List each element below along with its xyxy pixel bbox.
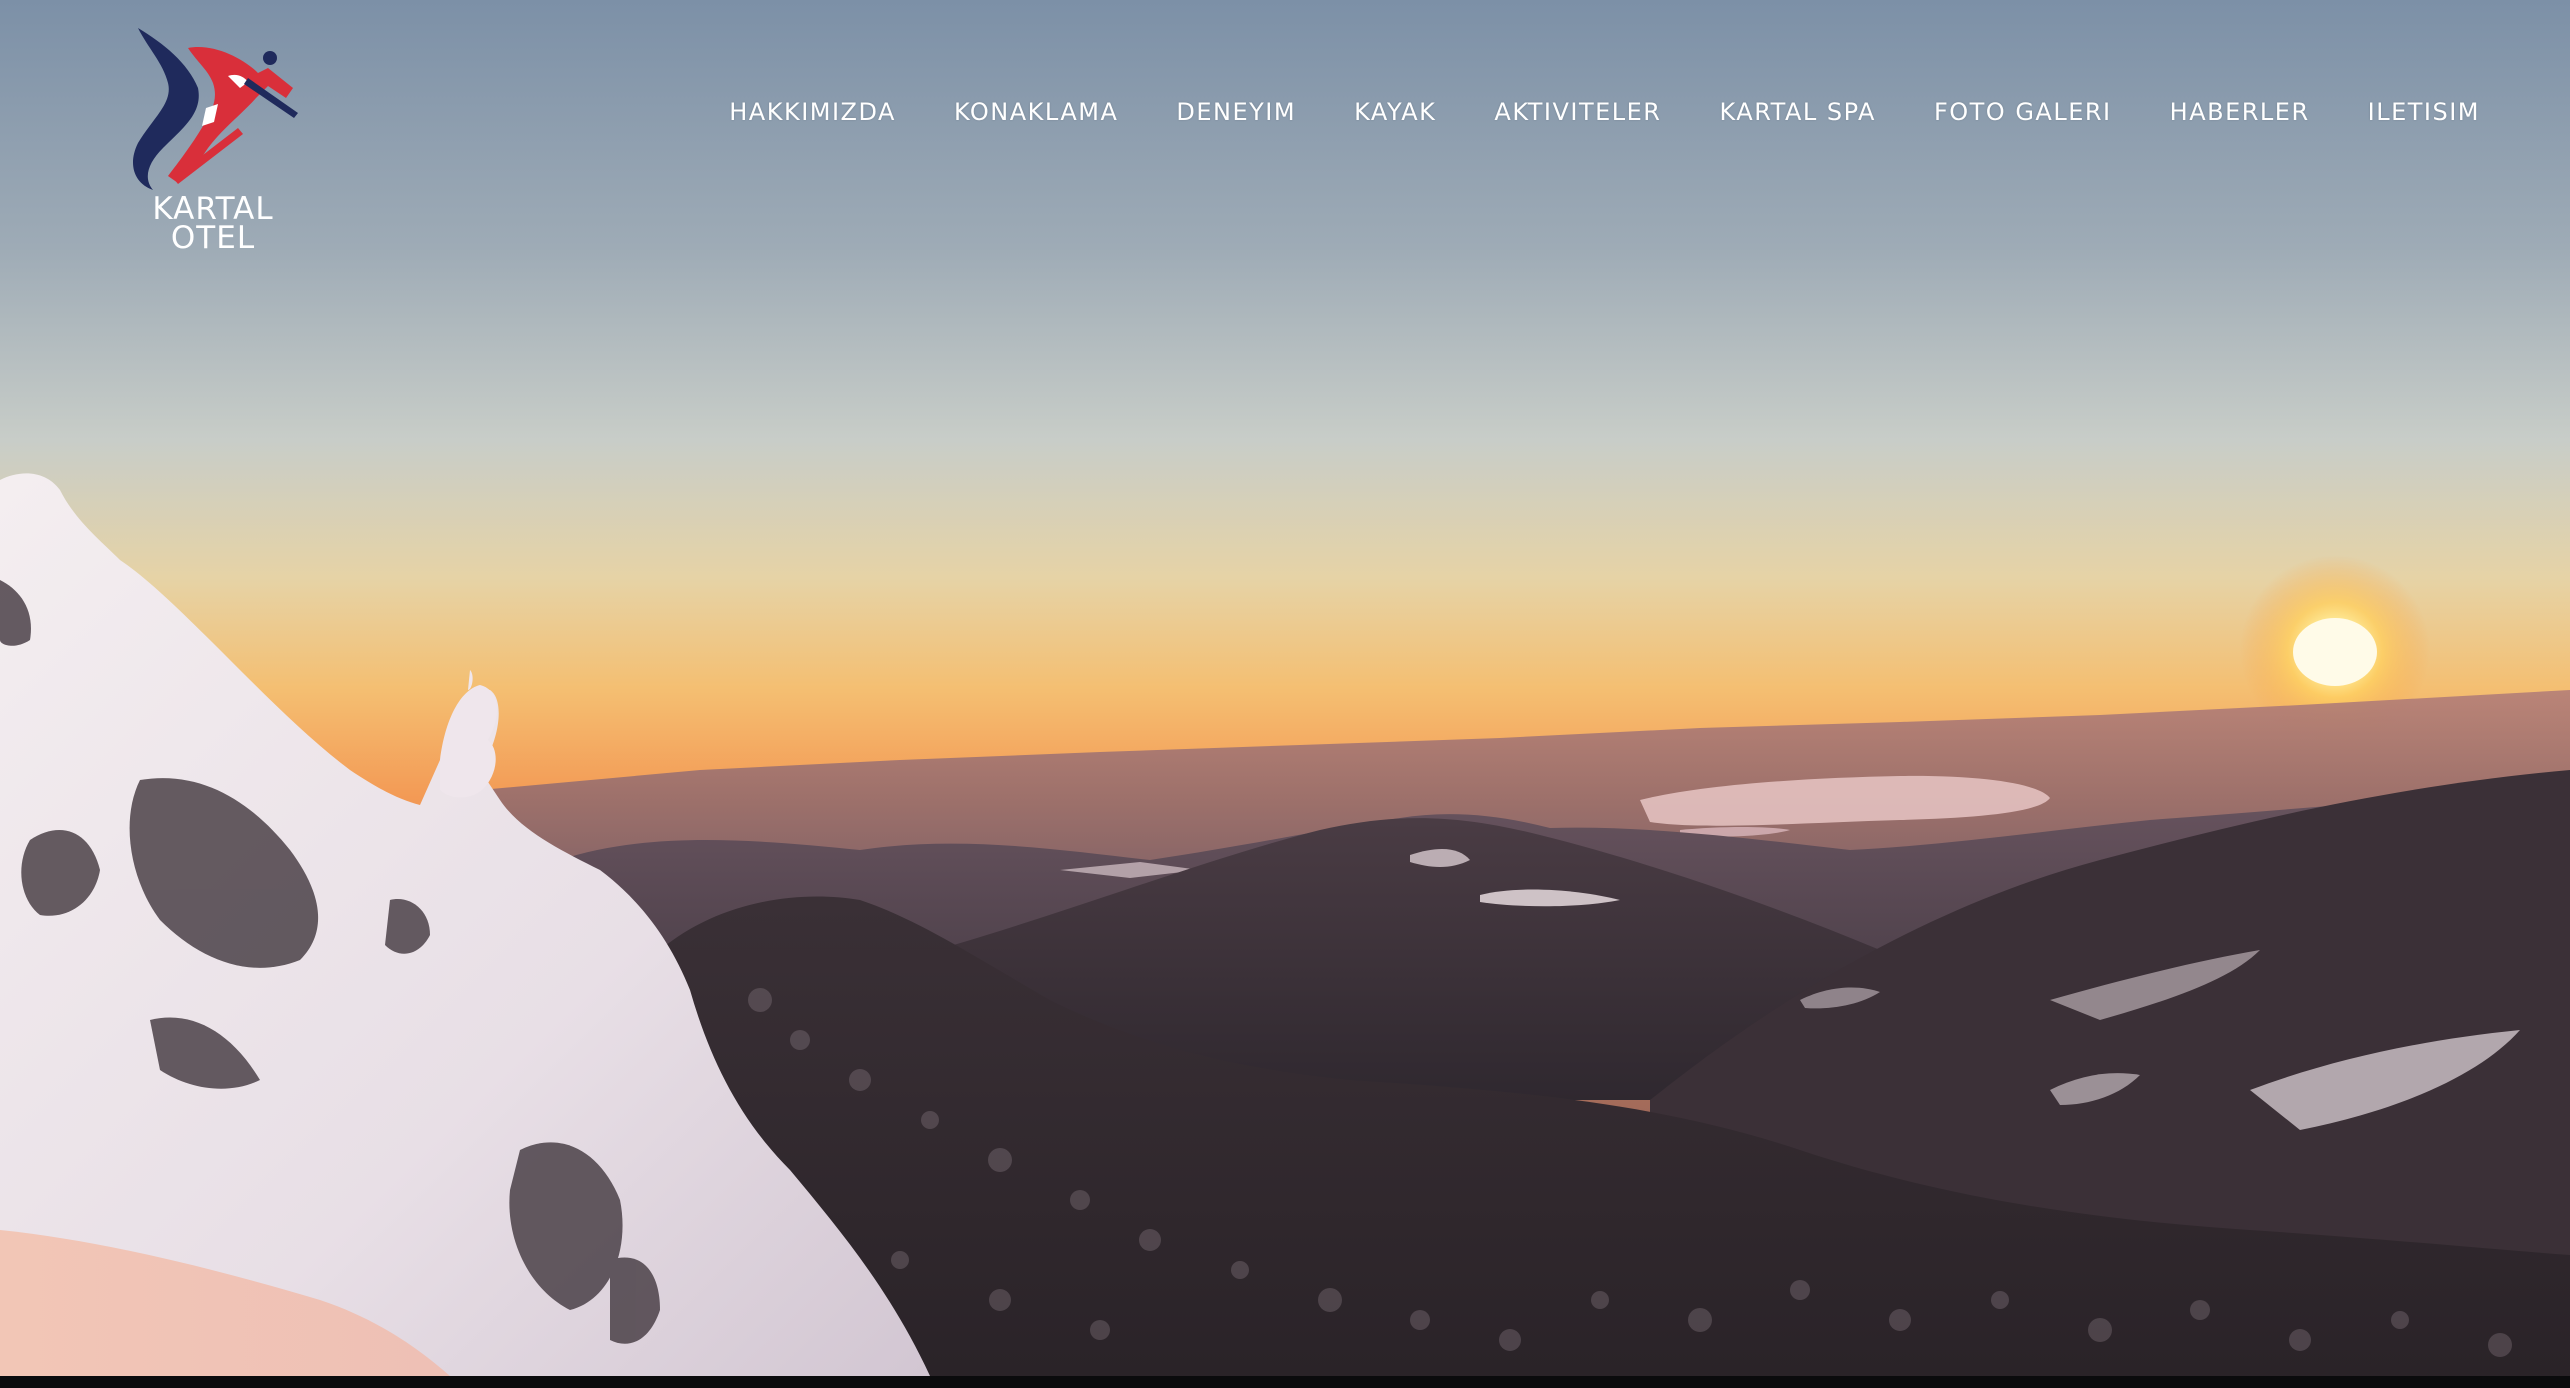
- main-navigation: HAKKIMIZDA KONAKLAMA DENEYIM KAYAK AKTIV…: [700, 92, 2480, 132]
- nav-item-kayak[interactable]: KAYAK: [1325, 92, 1465, 132]
- nav-item-hakkimizda[interactable]: HAKKIMIZDA: [700, 92, 925, 132]
- nav-item-deneyim[interactable]: DENEYIM: [1147, 92, 1325, 132]
- logo-text-line2: OTEL: [170, 220, 256, 256]
- hero-landscape-image: [0, 0, 2570, 1376]
- nav-item-foto-galeri[interactable]: FOTO GALERI: [1905, 92, 2141, 132]
- nav-item-haberler[interactable]: HABERLER: [2141, 92, 2339, 132]
- nav-item-kartal-spa[interactable]: KARTAL SPA: [1690, 92, 1904, 132]
- nav-item-iletisim[interactable]: ILETISIM: [2339, 92, 2480, 132]
- skier-logo-icon: [133, 28, 298, 190]
- hero-banner: [0, 0, 2570, 1376]
- kartal-otel-logo[interactable]: KARTAL OTEL: [118, 18, 308, 254]
- nav-item-aktiviteler[interactable]: AKTIVITELER: [1465, 92, 1690, 132]
- bottom-edge-bar: [0, 1376, 2570, 1388]
- nav-item-konaklama[interactable]: KONAKLAMA: [925, 92, 1147, 132]
